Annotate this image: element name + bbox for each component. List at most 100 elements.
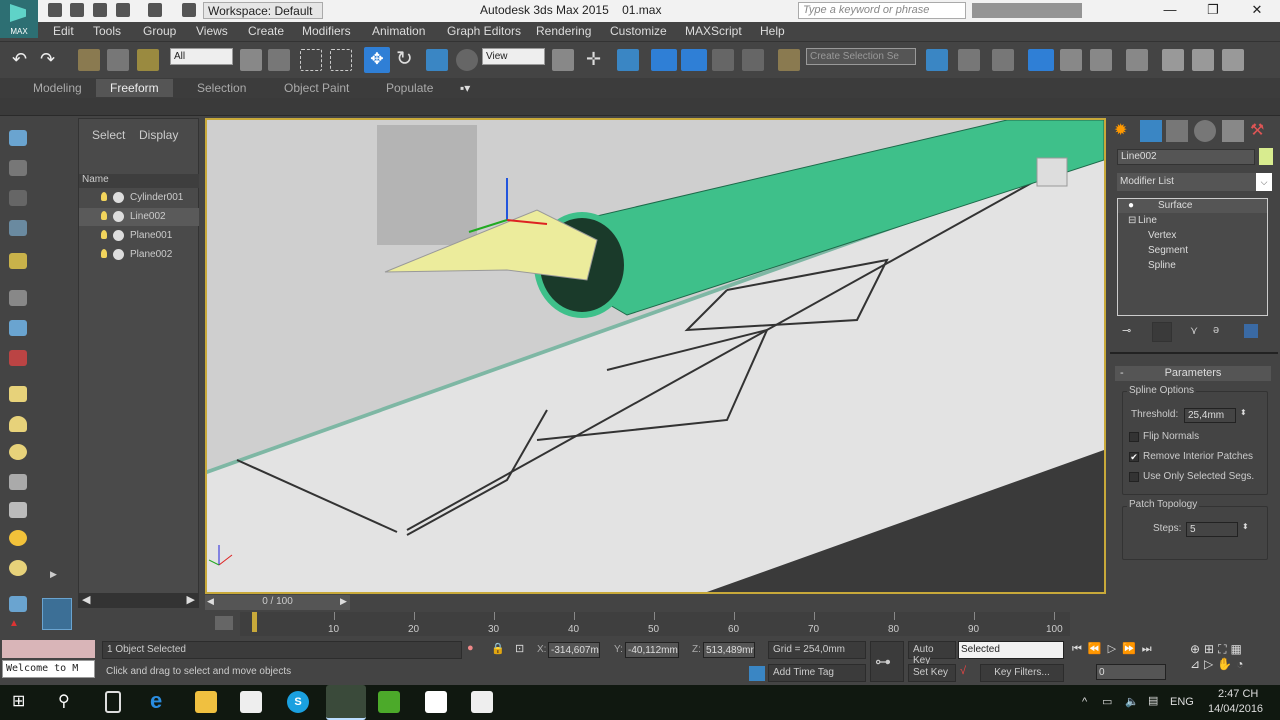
tab-freeform[interactable]: Freeform xyxy=(96,79,173,97)
light-bulb-icon[interactable] xyxy=(101,192,107,201)
file-explorer-icon[interactable] xyxy=(195,691,217,713)
plane-icon[interactable] xyxy=(9,596,27,612)
close-button[interactable]: ✕ xyxy=(1242,2,1272,18)
named-selection-dropdown[interactable]: Create Selection Se xyxy=(806,48,916,65)
visibility-icon[interactable] xyxy=(113,230,124,241)
next-frame-icon[interactable]: ▶ xyxy=(340,596,347,607)
render-setup-icon[interactable] xyxy=(1162,49,1184,71)
time-slider[interactable]: 0 / 100 xyxy=(205,595,350,610)
save-icon[interactable] xyxy=(93,3,107,17)
rectangular-selection-icon[interactable] xyxy=(300,49,322,71)
modify-tab-icon[interactable] xyxy=(1140,120,1162,142)
ribbon-options-icon[interactable]: ▪▾ xyxy=(460,81,470,95)
snaps-toggle-icon[interactable] xyxy=(651,49,677,71)
lights-icon[interactable] xyxy=(9,220,27,236)
spinner-arrows-icon[interactable]: ⬍ xyxy=(1242,522,1249,531)
list-item[interactable]: Plane001 xyxy=(79,227,199,245)
curve-editor-icon[interactable] xyxy=(1060,49,1082,71)
pivot-center-icon[interactable] xyxy=(552,49,574,71)
volume-icon[interactable]: 🔈 xyxy=(1125,695,1139,708)
selection-lock-icon[interactable]: 🔒 xyxy=(491,642,505,655)
mirror-icon[interactable] xyxy=(926,49,948,71)
select-and-scale-icon[interactable] xyxy=(426,49,448,71)
key-filters-button[interactable]: Key Filters... xyxy=(980,664,1064,682)
snap-icon[interactable]: ▲ xyxy=(9,618,27,634)
auto-key-button[interactable]: Auto Key xyxy=(908,641,956,666)
align-icon[interactable] xyxy=(958,49,980,71)
collapse-rollout-icon[interactable]: - xyxy=(1120,367,1124,379)
object-color-swatch[interactable] xyxy=(1259,148,1273,165)
store-icon[interactable] xyxy=(240,691,262,713)
selection-filter-dropdown[interactable]: All xyxy=(170,48,233,65)
select-and-place-icon[interactable] xyxy=(456,49,478,71)
hierarchy-tab-icon[interactable] xyxy=(1166,120,1188,142)
object-name-field[interactable]: Line002 xyxy=(1117,149,1255,165)
cameras-icon[interactable] xyxy=(9,253,27,269)
edge-icon[interactable]: e xyxy=(150,690,172,713)
flip-normals-checkbox[interactable] xyxy=(1129,432,1139,442)
playback-controls[interactable]: ⏮⏪▷⏩⏭ xyxy=(1072,642,1182,656)
show-hidden-icons[interactable]: ^ xyxy=(1082,696,1087,708)
maxscript-listener-mini[interactable] xyxy=(2,640,95,658)
angle-snap-icon[interactable] xyxy=(681,49,707,71)
redo-quick-icon[interactable] xyxy=(148,3,162,17)
menu-group[interactable]: Group xyxy=(143,24,176,38)
light-bulb-icon[interactable] xyxy=(101,249,107,258)
menu-customize[interactable]: Customize xyxy=(610,24,667,38)
rendered-frame-icon[interactable] xyxy=(1192,49,1214,71)
create-tab-icon[interactable]: ✹ xyxy=(1114,120,1136,142)
select-by-name-icon[interactable] xyxy=(268,49,290,71)
parameters-rollout-header[interactable]: - Parameters xyxy=(1115,366,1271,381)
reference-coordinate-dropdown[interactable]: View xyxy=(482,48,545,65)
light-bulb-icon[interactable]: ● xyxy=(1128,200,1134,211)
perspective-viewport[interactable] xyxy=(205,118,1106,594)
mini-curve-editor-icon[interactable] xyxy=(215,616,233,630)
minimize-button[interactable]: — xyxy=(1155,2,1185,17)
redo-icon[interactable]: ↷ xyxy=(40,49,62,71)
visibility-icon[interactable] xyxy=(113,249,124,260)
menu-modifiers[interactable]: Modifiers xyxy=(302,24,351,38)
photos-icon[interactable] xyxy=(471,691,493,713)
tab-object-paint[interactable]: Object Paint xyxy=(284,81,349,95)
light-bulb-icon[interactable] xyxy=(101,230,107,239)
action-center-icon[interactable]: ▤ xyxy=(1148,694,1158,707)
menu-graph-editors[interactable]: Graph Editors xyxy=(447,24,521,38)
display-tab-icon[interactable] xyxy=(1222,120,1244,142)
select-object-icon[interactable] xyxy=(240,49,262,71)
viewport-navigation-controls[interactable]: ⊕⊞⛶▦ ⊿▷✋◔ xyxy=(1190,642,1278,680)
visibility-icon[interactable] xyxy=(113,192,124,203)
scroll-left-icon[interactable]: ◀ xyxy=(82,593,90,606)
torus-icon[interactable] xyxy=(9,474,27,490)
cylinder-icon[interactable] xyxy=(9,444,27,460)
percent-snap-icon[interactable] xyxy=(712,49,734,71)
menu-rendering[interactable]: Rendering xyxy=(536,24,591,38)
set-key-button[interactable]: Set Key xyxy=(908,664,956,682)
threshold-spinner[interactable]: 25,4mm xyxy=(1184,408,1236,423)
set-key-big-icon[interactable]: ⊶ xyxy=(870,641,904,682)
explorer-tab-display[interactable]: Display xyxy=(139,128,178,142)
key-tangent-icon[interactable]: √ xyxy=(960,665,966,677)
use-only-selected-segs-checkbox[interactable] xyxy=(1129,472,1139,482)
start-icon[interactable]: ⊞ xyxy=(12,691,34,713)
keyboard-shortcut-override-icon[interactable] xyxy=(617,49,639,71)
list-item-selected[interactable]: Line002 xyxy=(79,208,199,226)
box-icon[interactable] xyxy=(9,386,27,402)
stack-item-line[interactable]: Line xyxy=(1138,215,1157,226)
menu-tools[interactable]: Tools xyxy=(93,24,121,38)
collapse-icon[interactable]: ⊟ xyxy=(1128,215,1136,226)
current-frame-marker[interactable] xyxy=(252,612,257,632)
utilities-tab-icon[interactable]: ⚒ xyxy=(1250,120,1272,142)
x-coordinate-field[interactable]: -314,607m xyxy=(548,642,600,658)
light-bulb-icon[interactable] xyxy=(101,211,107,220)
menu-views[interactable]: Views xyxy=(196,24,228,38)
tab-selection[interactable]: Selection xyxy=(197,81,246,95)
menu-help[interactable]: Help xyxy=(760,24,785,38)
make-unique-icon[interactable]: ⋎ xyxy=(1190,324,1198,337)
clock-time[interactable]: 2:47 CH xyxy=(1218,688,1258,700)
camtasia-recorder-icon[interactable] xyxy=(425,691,447,713)
search-icon[interactable]: ⚲ xyxy=(58,691,80,713)
spinner-snap-icon[interactable] xyxy=(742,49,764,71)
tab-modeling[interactable]: Modeling xyxy=(33,81,82,95)
menu-create[interactable]: Create xyxy=(248,24,284,38)
clock-date[interactable]: 14/04/2016 xyxy=(1208,703,1263,715)
